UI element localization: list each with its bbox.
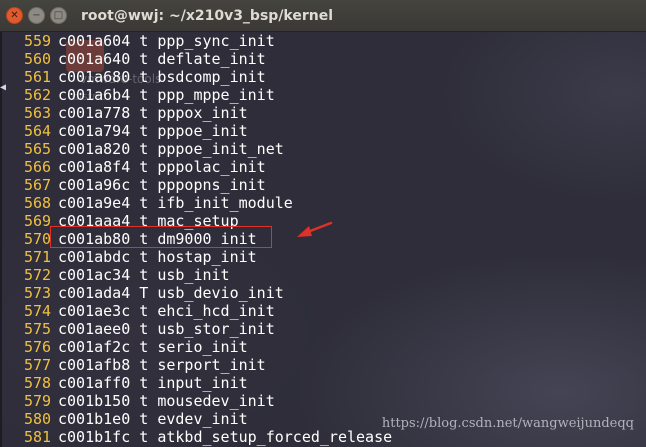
symbol-entry: c001a640 t deflate_init (58, 50, 266, 68)
terminal-line: 563 c001a778 t pppox_init (24, 104, 248, 122)
watermark-text: https://blog.csdn.net/wangweijundeqq (381, 416, 634, 431)
symbol-entry: c001b1fc t atkbd_setup_forced_release (58, 428, 393, 446)
terminal-line: 576 c001af2c t serio_init (24, 338, 248, 356)
symbol-entry: c001a9e4 t ifb_init_module (58, 194, 293, 212)
line-number: 571 (24, 248, 52, 266)
symbol-entry: c001afb8 t serport_init (58, 356, 266, 374)
line-number: 559 (24, 32, 52, 50)
terminal-line: 579 c001b150 t mousedev_init (24, 392, 275, 410)
symbol-entry: c001aff0 t input_init (58, 374, 248, 392)
line-number: 576 (24, 338, 52, 356)
terminal-line: 562 c001a6b4 t ppp_mppe_init (24, 86, 275, 104)
terminal-line: 567 c001a96c t pppopns_init (24, 176, 266, 194)
symbol-entry: c001a8f4 t pppolac_init (58, 158, 266, 176)
highlight-box (50, 226, 272, 248)
close-button[interactable]: ✕ (6, 7, 23, 24)
symbol-entry: c001a680 t bsdcomp_init (58, 68, 266, 86)
symbol-entry: c001ac34 t usb_init (58, 266, 230, 284)
title-bar: ✕ − □ root@wwj: ~/x210v3_bsp/kernel (0, 0, 646, 32)
line-number: 561 (24, 68, 52, 86)
symbol-entry: c001a794 t pppoe_init (58, 122, 248, 140)
symbol-entry: c001a820 t pppoe_init_net (58, 140, 284, 158)
symbol-entry: c001abdc t hostap_init (58, 248, 257, 266)
line-number: 580 (24, 410, 52, 428)
terminal-line: 580 c001b1e0 t evdev_init (24, 410, 248, 428)
symbol-entry: c001af2c t serio_init (58, 338, 248, 356)
line-number: 560 (24, 50, 52, 68)
line-number: 567 (24, 176, 52, 194)
line-number: 563 (24, 104, 52, 122)
minimize-button[interactable]: − (28, 7, 45, 24)
terminal-line: 571 c001abdc t hostap_init (24, 248, 257, 266)
line-number: 572 (24, 266, 52, 284)
line-number: 577 (24, 356, 52, 374)
terminal-line: 560 c001a640 t deflate_init (24, 50, 266, 68)
line-number: 568 (24, 194, 52, 212)
window-left-edge (0, 32, 2, 447)
terminal-line: 581 c001b1fc t atkbd_setup_forced_release (24, 428, 392, 446)
symbol-entry: c001a6b4 t ppp_mppe_init (58, 86, 275, 104)
terminal-line: 559 c001a604 t ppp_sync_init (24, 32, 275, 50)
line-number: 562 (24, 86, 52, 104)
caret-left-icon: ◀ (0, 82, 7, 93)
line-number: 566 (24, 158, 52, 176)
window-controls: ✕ − □ (6, 7, 67, 24)
terminal-line: 573 c001ada4 T usb_devio_init (24, 284, 284, 302)
line-number: 581 (24, 428, 52, 446)
terminal-line: 574 c001ae3c t ehci_hcd_init (24, 302, 275, 320)
window-title: root@wwj: ~/x210v3_bsp/kernel (81, 7, 334, 24)
terminal-area[interactable]: ◀ vmware-tools distrib 559 c001a604 t ppp… (0, 32, 646, 447)
terminal-line: 572 c001ac34 t usb_init (24, 266, 230, 284)
symbol-entry: c001a96c t pppopns_init (58, 176, 266, 194)
terminal-line: 578 c001aff0 t input_init (24, 374, 248, 392)
terminal-line: 568 c001a9e4 t ifb_init_module (24, 194, 293, 212)
symbol-entry: c001b1e0 t evdev_init (58, 410, 248, 428)
line-number: 574 (24, 302, 52, 320)
symbol-entry: c001ada4 T usb_devio_init (58, 284, 284, 302)
terminal-line: 561 c001a680 t bsdcomp_init (24, 68, 266, 86)
terminal-line: 575 c001aee0 t usb_stor_init (24, 320, 275, 338)
terminal-line: 565 c001a820 t pppoe_init_net (24, 140, 284, 158)
symbol-entry: c001b150 t mousedev_init (58, 392, 275, 410)
symbol-entry: c001aee0 t usb_stor_init (58, 320, 275, 338)
terminal-line: 564 c001a794 t pppoe_init (24, 122, 248, 140)
line-number: 575 (24, 320, 52, 338)
line-number: 565 (24, 140, 52, 158)
arrow-annotation-icon (297, 221, 333, 237)
line-number: 573 (24, 284, 52, 302)
symbol-entry: c001a778 t pppox_init (58, 104, 248, 122)
symbol-entry: c001ae3c t ehci_hcd_init (58, 302, 275, 320)
maximize-button[interactable]: □ (50, 7, 67, 24)
line-number: 564 (24, 122, 52, 140)
symbol-entry: c001a604 t ppp_sync_init (58, 32, 275, 50)
terminal-line: 566 c001a8f4 t pppolac_init (24, 158, 266, 176)
line-number: 578 (24, 374, 52, 392)
terminal-line: 577 c001afb8 t serport_init (24, 356, 266, 374)
line-number: 579 (24, 392, 52, 410)
